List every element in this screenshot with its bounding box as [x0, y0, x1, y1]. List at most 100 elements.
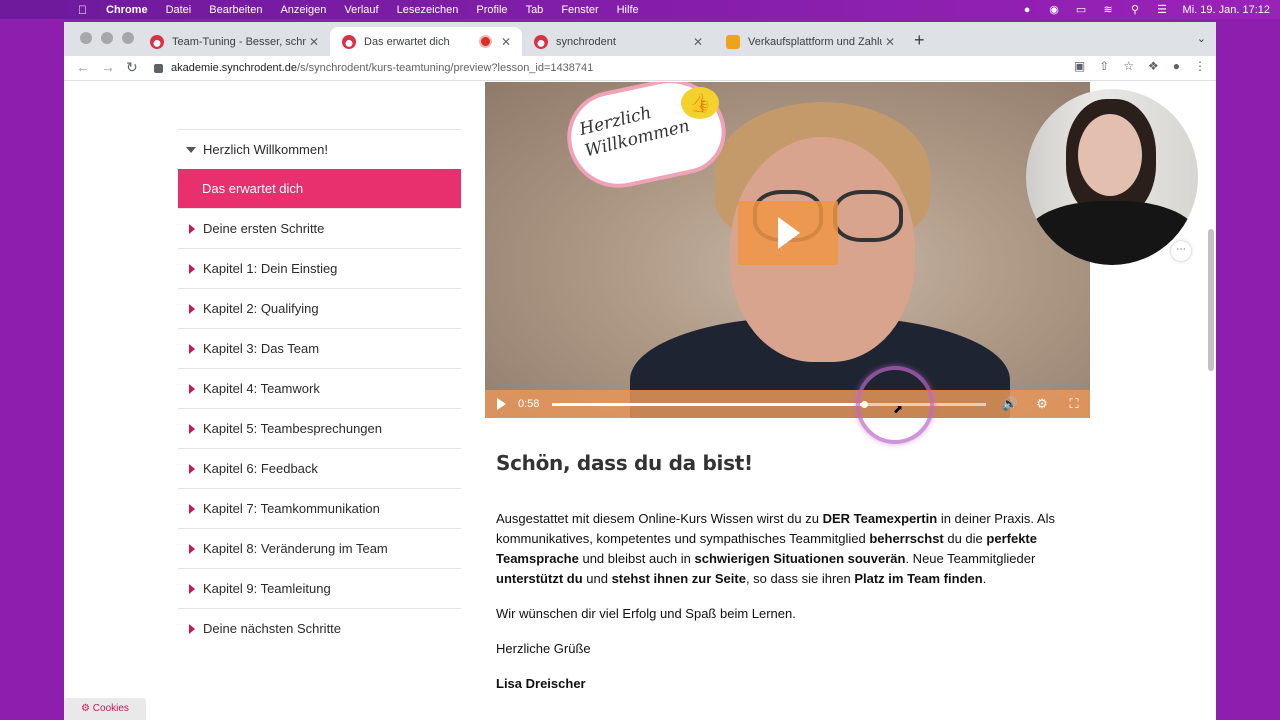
forward-icon[interactable]: → — [101, 59, 115, 75]
tab-team-tuning[interactable]: Team-Tuning - Besser, schnelle ✕ — [138, 27, 330, 56]
menu-fenster[interactable]: Fenster — [552, 4, 607, 16]
caret-right-icon — [189, 503, 195, 514]
settings-gear-icon[interactable]: ⚙ — [1026, 396, 1058, 412]
apple-icon[interactable]:  — [0, 3, 97, 17]
extensions-icon[interactable]: ❖ — [1148, 59, 1159, 73]
tab-das-erwartet-dich[interactable]: Das erwartet dich ✕ — [330, 27, 522, 56]
lesson-paragraph-1: Ausgestattet mit diesem Online-Kurs Wiss… — [496, 509, 1076, 589]
back-icon[interactable]: ← — [76, 59, 90, 75]
page-content: Herzlich Willkommen! Das erwartet dich D… — [64, 81, 1216, 720]
sidebar-item-kapitel-8[interactable]: Kapitel 8: Veränderung im Team — [178, 528, 461, 568]
text-run: , so dass sie ihren — [745, 571, 855, 586]
sidebar-item-kapitel-7[interactable]: Kapitel 7: Teamkommunikation — [178, 488, 461, 528]
caret-right-icon — [189, 423, 195, 434]
wifi-icon[interactable]: ≋ — [1102, 3, 1115, 16]
macos-menubar:  Chrome Datei Bearbeiten Anzeigen Verla… — [0, 0, 1280, 19]
sidebar-item-label: Kapitel 3: Das Team — [203, 341, 320, 356]
play-icon — [778, 217, 800, 249]
microphone-icon[interactable]: ● — [1021, 4, 1034, 16]
close-icon[interactable]: ✕ — [882, 35, 898, 49]
menu-tab[interactable]: Tab — [517, 4, 553, 16]
menu-anzeigen[interactable]: Anzeigen — [271, 4, 335, 16]
lesson-paragraph-3: Herzliche Grüße — [496, 641, 591, 656]
camera-icon[interactable]: ▣ — [1074, 59, 1085, 73]
minimize-window-button[interactable] — [101, 32, 113, 44]
close-icon[interactable]: ✕ — [690, 35, 706, 49]
caret-right-icon — [189, 463, 195, 474]
caret-right-icon — [189, 343, 195, 354]
sidebar-item-kapitel-1[interactable]: Kapitel 1: Dein Einstieg — [178, 248, 461, 288]
video-player[interactable]: Herzlich Willkommen 👍 0:58 🔊 ⚙ ⛶ — [485, 82, 1090, 418]
bold-run: beherrschst — [869, 531, 944, 546]
menu-hilfe[interactable]: Hilfe — [608, 4, 648, 16]
sidebar-item-deine-naechsten-schritte[interactable]: Deine nächsten Schritte — [178, 608, 461, 648]
tab-verkaufsplattform[interactable]: Verkaufsplattform und Zahlung ✕ — [714, 27, 906, 56]
url-path: /s/synchrodent/kurs-teamtuning/preview?l… — [296, 62, 594, 74]
menu-profile[interactable]: Profile — [467, 4, 516, 16]
lesson-heading: Schön, dass du da bist! — [496, 451, 753, 475]
menu-verlauf[interactable]: Verlauf — [335, 4, 387, 16]
star-icon[interactable]: ☆ — [1123, 59, 1134, 73]
fullscreen-icon[interactable]: ⛶ — [1058, 396, 1090, 412]
tab-synchrodent[interactable]: synchrodent ✕ — [522, 27, 714, 56]
caret-down-icon — [186, 146, 196, 153]
zoom-window-button[interactable] — [122, 32, 134, 44]
sidebar-item-kapitel-2[interactable]: Kapitel 2: Qualifying — [178, 288, 461, 328]
menu-bearbeiten[interactable]: Bearbeiten — [200, 4, 271, 16]
control-center-icon[interactable]: ☰ — [1156, 3, 1169, 16]
gear-icon: ⚙ — [81, 703, 91, 714]
clock[interactable]: Mi. 19. Jan. 17:12 — [1183, 4, 1270, 16]
menu-lesezeichen[interactable]: Lesezeichen — [388, 4, 468, 16]
sidebar-item-deine-ersten-schritte[interactable]: Deine ersten Schritte — [178, 208, 461, 248]
sidebar-item-kapitel-4[interactable]: Kapitel 4: Teamwork — [178, 368, 461, 408]
video-controls: 0:58 🔊 ⚙ ⛶ — [485, 390, 1090, 418]
kebab-menu-icon[interactable]: ⋮ — [1194, 59, 1206, 73]
tab-title: Team-Tuning - Besser, schnelle — [172, 35, 306, 48]
volume-icon[interactable]: 🔊 — [994, 396, 1026, 412]
recorder-icon[interactable]: ◉ — [1048, 3, 1061, 16]
sidebar-item-label: Kapitel 2: Qualifying — [203, 301, 319, 316]
webcam-person-face — [1078, 114, 1142, 196]
share-icon[interactable]: ⇧ — [1099, 59, 1109, 73]
synchrodent-icon — [342, 34, 356, 49]
caret-right-icon — [189, 623, 195, 634]
bold-run: stehst ihnen zur Seite — [611, 571, 746, 586]
tab-title: Verkaufsplattform und Zahlung — [748, 35, 882, 48]
chevron-down-icon[interactable]: ⌄ — [1197, 32, 1206, 45]
profile-icon[interactable]: ● — [1173, 59, 1180, 73]
menu-datei[interactable]: Datei — [157, 4, 201, 16]
play-button[interactable] — [738, 201, 838, 265]
sidebar-item-kapitel-3[interactable]: Kapitel 3: Das Team — [178, 328, 461, 368]
sidebar-section-herzlich-willkommen[interactable]: Herzlich Willkommen! — [178, 129, 461, 169]
sidebar-item-kapitel-5[interactable]: Kapitel 5: Teambesprechungen — [178, 408, 461, 448]
close-window-button[interactable] — [80, 32, 92, 44]
more-options-icon[interactable]: ⋯ — [1171, 241, 1191, 261]
browser-window: Team-Tuning - Besser, schnelle ✕ Das erw… — [64, 22, 1216, 720]
bold-run: unterstützt du — [496, 571, 583, 586]
scrollbar-thumb[interactable] — [1208, 229, 1214, 371]
caret-right-icon — [189, 263, 195, 274]
tab-title: synchrodent — [556, 35, 616, 48]
status-area: ● ◉ ▭ ≋ ⚲ ☰ Mi. 19. Jan. 17:12 — [1021, 0, 1270, 19]
caret-right-icon — [189, 543, 195, 554]
menu-app-chrome[interactable]: Chrome — [97, 4, 157, 16]
close-icon[interactable]: ✕ — [306, 35, 322, 49]
sidebar-item-label: Deine nächsten Schritte — [203, 621, 342, 636]
address-bar[interactable]: akademie.synchrodent.de/s/synchrodent/ku… — [154, 57, 1054, 79]
webcam-overlay[interactable] — [1026, 89, 1198, 265]
sidebar-item-kapitel-6[interactable]: Kapitel 6: Feedback — [178, 448, 461, 488]
battery-icon[interactable]: ▭ — [1075, 3, 1088, 16]
sidebar-item-das-erwartet-dich[interactable]: Das erwartet dich — [178, 169, 461, 208]
text-run: und bleibst auch in — [578, 551, 695, 566]
search-icon[interactable]: ⚲ — [1129, 3, 1142, 16]
caret-right-icon — [189, 383, 195, 394]
reload-icon[interactable]: ↻ — [126, 59, 138, 76]
sidebar-item-kapitel-9[interactable]: Kapitel 9: Teamleitung — [178, 568, 461, 608]
synchrodent-icon — [150, 34, 164, 49]
close-icon[interactable]: ✕ — [498, 35, 514, 49]
text-run: . — [982, 571, 987, 586]
signature-name: Lisa Dreischer — [496, 676, 586, 691]
play-icon[interactable] — [497, 398, 506, 410]
cookies-button[interactable]: ⚙ Cookies — [64, 698, 146, 720]
new-tab-icon[interactable]: + — [914, 30, 925, 51]
